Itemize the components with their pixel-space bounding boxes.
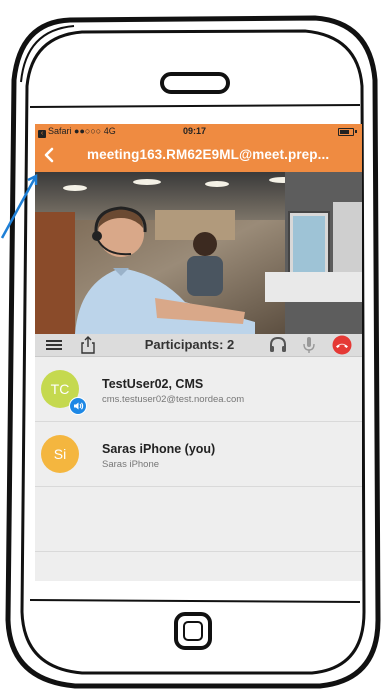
speaker-icon (69, 397, 87, 415)
navigation-bar: meeting163.RM62E9ML@meet.prep... (35, 138, 362, 172)
participant-row[interactable]: TC TestUser02, CMS cms.testuser02@test.n… (35, 357, 362, 422)
hang-up-icon[interactable] (331, 334, 353, 356)
share-icon[interactable] (77, 334, 99, 356)
participant-email: cms.testuser02@test.nordea.com (102, 394, 245, 405)
participant-name: TestUser02, CMS (102, 377, 204, 391)
battery-tip (355, 130, 357, 133)
remote-video-feed[interactable] (35, 172, 362, 334)
network-type: 4G (103, 126, 116, 136)
meeting-title: meeting163.RM62E9ML@meet.prep... (87, 147, 330, 162)
battery-icon (338, 128, 354, 136)
participant-device: Saras iPhone (102, 459, 160, 470)
call-toolbar: Participants: 2 (35, 334, 362, 357)
participant-name: Saras iPhone (you) (102, 442, 216, 456)
participants-list: TC TestUser02, CMS cms.testuser02@test.n… (35, 357, 362, 552)
participants-count: Participants: 2 (144, 337, 235, 352)
headset-icon[interactable] (267, 334, 289, 356)
status-bar: ‹ Safari ●●○○○ 4G 09:17 (35, 124, 362, 138)
hamburger-menu-icon[interactable] (43, 334, 65, 356)
back-to-app-icon[interactable]: ‹ (38, 130, 46, 138)
status-carrier: Safari (48, 126, 72, 136)
status-time: 09:17 (183, 126, 207, 136)
status-left: ‹ Safari ●●○○○ 4G (38, 124, 116, 138)
avatar: Si (41, 435, 79, 473)
phone-screen: ‹ Safari ●●○○○ 4G 09:17 meeting163.RM62E9… (35, 124, 362, 581)
signal-strength: ●●○○○ (74, 126, 102, 136)
participant-row[interactable]: Si Saras iPhone (you) Saras iPhone (35, 422, 362, 487)
empty-list-row (35, 487, 362, 552)
microphone-icon[interactable] (298, 334, 320, 356)
chevron-left-icon[interactable] (39, 138, 59, 172)
